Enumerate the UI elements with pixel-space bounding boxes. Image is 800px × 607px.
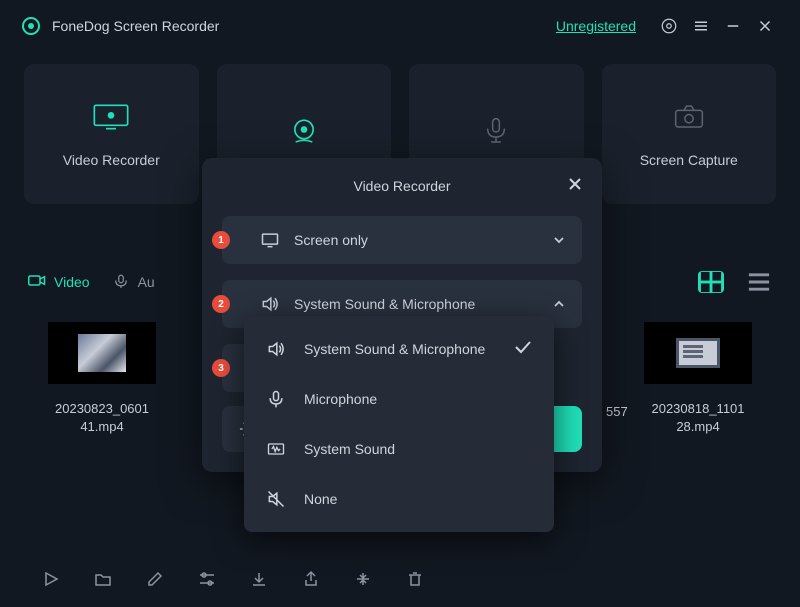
step-badge: 2	[212, 295, 230, 313]
sound-card-icon	[266, 439, 286, 459]
thumbnail	[48, 322, 156, 384]
microphone-icon	[476, 116, 516, 153]
minimize-button[interactable]	[720, 13, 746, 39]
tab-label: Video	[54, 274, 90, 290]
tab-audio[interactable]: Au	[112, 274, 155, 290]
registration-link[interactable]: Unregistered	[556, 18, 636, 34]
option-screen-source[interactable]: 1 Screen only	[222, 216, 582, 264]
mute-icon	[266, 489, 286, 509]
speaker-icon	[260, 294, 280, 314]
tab-label: Au	[138, 274, 155, 290]
dropdown-label: System Sound	[304, 441, 532, 457]
speaker-icon	[266, 339, 286, 359]
mode-video-recorder[interactable]: Video Recorder	[24, 64, 199, 204]
settings-icon[interactable]	[656, 13, 682, 39]
dropdown-label: Microphone	[304, 391, 532, 407]
file-name: 20230818_110128.mp4	[644, 400, 752, 436]
title-bar: FoneDog Screen Recorder Unregistered	[0, 0, 800, 52]
option-label: Screen only	[294, 232, 552, 248]
option-label: System Sound & Microphone	[294, 296, 552, 312]
view-list-button[interactable]	[746, 271, 772, 293]
sliders-icon[interactable]	[198, 570, 216, 588]
menu-icon[interactable]	[688, 13, 714, 39]
app-title: FoneDog Screen Recorder	[52, 18, 219, 34]
thumbnail	[644, 322, 752, 384]
view-grid-button[interactable]	[698, 271, 724, 293]
mode-label: Screen Capture	[640, 152, 738, 168]
trash-icon[interactable]	[406, 570, 424, 588]
microphone-icon	[266, 389, 286, 409]
webcam-icon	[284, 116, 324, 153]
play-icon[interactable]	[42, 570, 60, 588]
compress-icon[interactable]	[354, 570, 372, 588]
folder-icon[interactable]	[94, 570, 112, 588]
file-name: 20230823_060141.mp4	[48, 400, 156, 436]
monitor-icon	[91, 101, 131, 138]
bottom-toolbar	[0, 551, 800, 607]
check-icon	[514, 340, 532, 359]
chevron-down-icon	[552, 233, 566, 247]
library-item[interactable]: 20230818_110128.mp4	[644, 322, 752, 436]
tab-video[interactable]: Video	[28, 274, 90, 290]
app-logo-icon	[22, 17, 40, 35]
mode-screen-capture[interactable]: Screen Capture	[602, 64, 777, 204]
step-badge: 1	[212, 231, 230, 249]
chevron-up-icon	[552, 297, 566, 311]
modal-title: Video Recorder	[353, 178, 450, 194]
dropdown-label: System Sound & Microphone	[304, 341, 514, 357]
share-icon[interactable]	[302, 570, 320, 588]
dropdown-label: None	[304, 491, 532, 507]
audio-source-dropdown: System Sound & Microphone Microphone Sys…	[244, 316, 554, 532]
camera-icon	[669, 101, 709, 138]
download-icon[interactable]	[250, 570, 268, 588]
close-button[interactable]	[752, 13, 778, 39]
library-item[interactable]: 20230823_060141.mp4	[48, 322, 156, 436]
mode-label: Video Recorder	[63, 152, 160, 168]
monitor-icon	[260, 230, 280, 250]
dropdown-item-microphone[interactable]: Microphone	[244, 374, 554, 424]
modal-close-button[interactable]	[568, 177, 582, 196]
step-badge: 3	[212, 359, 230, 377]
dropdown-item-none[interactable]: None	[244, 474, 554, 524]
edit-icon[interactable]	[146, 570, 164, 588]
file-name-partial: 557	[606, 404, 628, 419]
dropdown-item-system-and-mic[interactable]: System Sound & Microphone	[244, 324, 554, 374]
dropdown-item-system-sound[interactable]: System Sound	[244, 424, 554, 474]
